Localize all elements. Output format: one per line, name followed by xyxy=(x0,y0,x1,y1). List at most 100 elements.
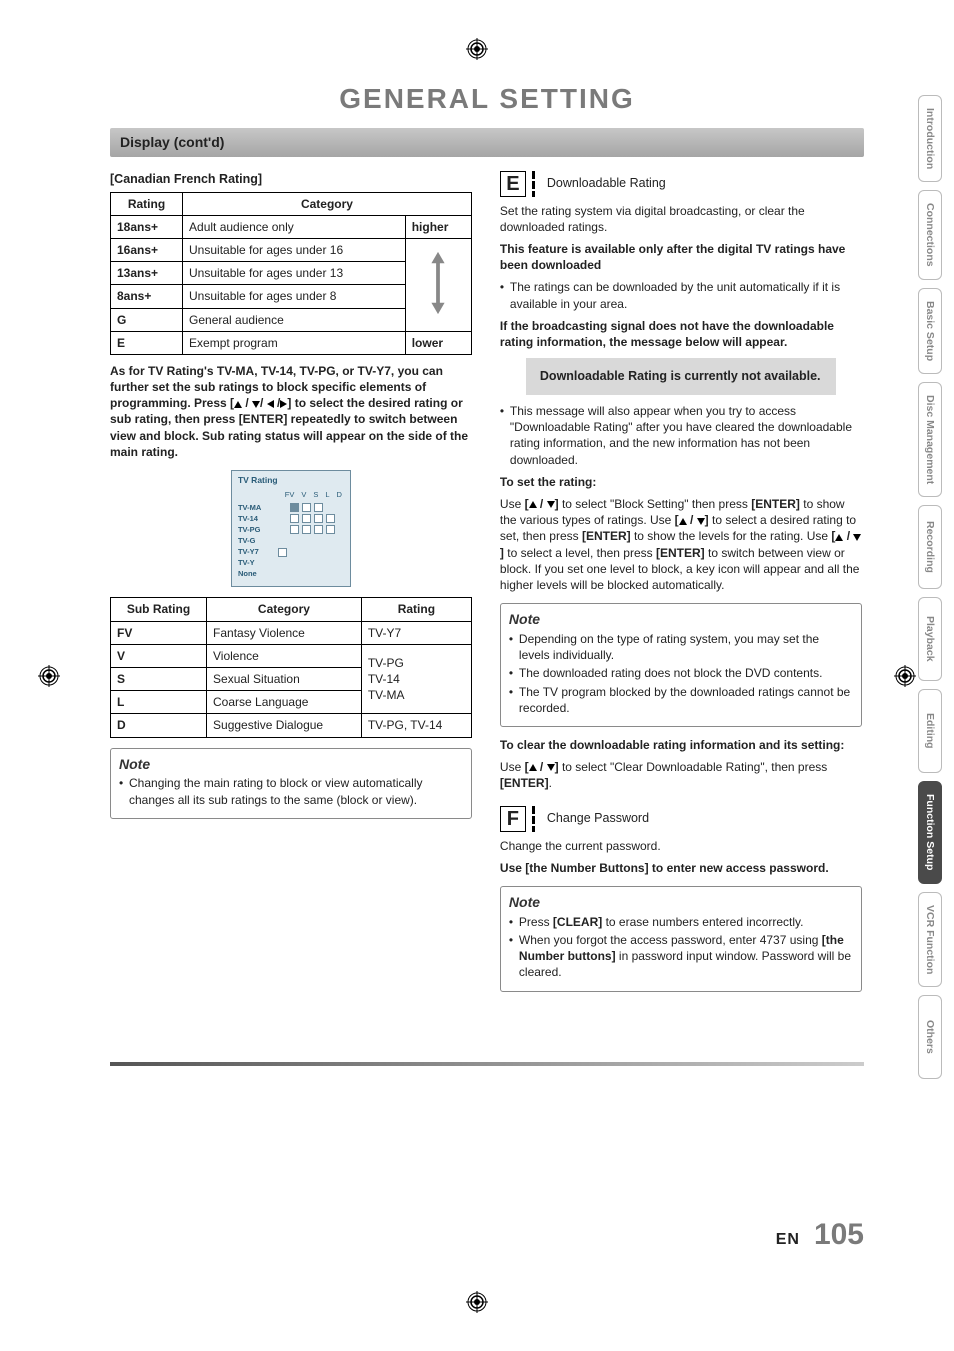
enter-key: [ENTER] xyxy=(582,529,631,543)
t2-r1c0: V xyxy=(111,644,207,667)
f-label: Change Password xyxy=(541,810,649,827)
f-note-item-1: When you forgot the access password, ent… xyxy=(509,932,853,981)
e-b1-0: The ratings can be downloaded by the uni… xyxy=(500,279,862,311)
print-reg-mark-right xyxy=(894,665,916,687)
e-set-body: Use [ / ] to select "Block Setting" then… xyxy=(500,496,862,593)
t2-h2: Rating xyxy=(361,598,471,621)
t2-r0c0: FV xyxy=(111,621,207,644)
divider-icon xyxy=(532,806,535,832)
side-tab-connections[interactable]: Connections xyxy=(918,190,942,280)
t1-r1c0: 16ans+ xyxy=(111,238,183,261)
side-tab-introduction[interactable]: Introduction xyxy=(918,95,942,182)
left-note: Note Changing the main rating to block o… xyxy=(110,748,472,819)
left-column: [Canadian French Rating] Rating Category… xyxy=(110,167,472,1002)
tvr-none: None xyxy=(238,569,272,579)
t2-r4c1: Suggestive Dialogue xyxy=(207,714,362,737)
f-note: Note Press [CLEAR] to erase numbers ente… xyxy=(500,886,862,992)
page-number: EN105 xyxy=(776,1215,864,1256)
print-reg-mark-bottom xyxy=(466,1291,488,1313)
t1-r2c1: Unsuitable for ages under 13 xyxy=(183,262,406,285)
t2-r0c2: TV-Y7 xyxy=(361,621,471,644)
section-bar: Display (cont'd) xyxy=(110,128,864,157)
t2-h0: Sub Rating xyxy=(111,598,207,621)
side-tab-playback[interactable]: Playback xyxy=(918,597,942,681)
t2-r3c1: Coarse Language xyxy=(207,691,362,714)
e-set-heading: To set the rating: xyxy=(500,474,862,490)
tv-box-title: TV Rating xyxy=(238,475,344,486)
sub-rating-table: Sub Rating Category Rating FV Fantasy Vi… xyxy=(110,597,472,737)
enter-key: [ENTER] xyxy=(656,546,705,560)
t2-r1c1: Violence xyxy=(207,644,362,667)
left-note-title: Note xyxy=(119,755,463,774)
es-e: to show the levels for the rating. Use xyxy=(631,529,832,543)
down-icon xyxy=(547,501,555,508)
down-icon xyxy=(252,401,260,408)
es-f: to select a level, then press xyxy=(504,546,656,560)
t1-r2c0: 13ans+ xyxy=(111,262,183,285)
ec-c: . xyxy=(549,776,552,790)
print-reg-mark-top xyxy=(466,38,488,60)
tvh-d: D xyxy=(337,490,342,500)
left-icon xyxy=(267,400,274,408)
e-bullets1: The ratings can be downloaded by the uni… xyxy=(500,279,862,311)
t1-h1: Rating xyxy=(111,192,183,215)
tv-box-head: FV V S L D xyxy=(238,490,344,500)
tvh-s: S xyxy=(313,490,318,500)
tvh-fv: FV xyxy=(285,490,295,500)
t2-r4c0: D xyxy=(111,714,207,737)
tvr-14: TV-14 xyxy=(238,514,272,524)
footer-rule xyxy=(110,1062,864,1066)
t2-merged-txt: TV-PG TV-14 TV-MA xyxy=(368,656,405,702)
t2-r0c1: Fantasy Violence xyxy=(207,621,362,644)
tvr-g: TV-G xyxy=(238,536,272,546)
side-tab-others[interactable]: Others xyxy=(918,995,942,1079)
page-content: GENERAL SETTING Display (cont'd) [Canadi… xyxy=(110,80,864,1251)
ec-b: to select "Clear Downloadable Rating", t… xyxy=(559,760,828,774)
tv-rating-box: TV Rating FV V S L D TV-MA TV-14 TV-PG T… xyxy=(231,470,351,587)
double-arrow-icon xyxy=(428,250,448,316)
tvr-y: TV-Y xyxy=(238,558,272,568)
right-column: E Downloadable Rating Set the rating sys… xyxy=(500,167,862,1002)
t1-lower: lower xyxy=(405,331,471,354)
up-icon xyxy=(529,764,537,771)
message-box: Downloadable Rating is currently not ava… xyxy=(526,358,836,395)
tvr-ma: TV-MA xyxy=(238,503,272,513)
up-icon xyxy=(679,518,687,525)
up-icon xyxy=(529,501,537,508)
f-para1: Change the current password. xyxy=(500,838,862,854)
t2-r2c0: S xyxy=(111,668,207,691)
e-note: Note Depending on the type of rating sys… xyxy=(500,603,862,727)
left-note-item-0: Changing the main rating to block or vie… xyxy=(119,775,463,807)
enter-key: [ENTER] xyxy=(751,497,800,511)
down-icon xyxy=(853,534,861,541)
side-tab-vcr-function[interactable]: VCR Function xyxy=(918,892,942,987)
e-b2-0: This message will also appear when you t… xyxy=(500,403,862,468)
ec-a: Use xyxy=(500,760,525,774)
section-e-header: E Downloadable Rating xyxy=(500,171,862,197)
side-tab-basic-setup[interactable]: Basic Setup xyxy=(918,288,942,374)
tvh-v: V xyxy=(301,490,306,500)
canadian-french-heading: [Canadian French Rating] xyxy=(110,171,472,188)
side-tab-editing[interactable]: Editing xyxy=(918,689,942,773)
es-b: to select "Block Setting" then press xyxy=(559,497,752,511)
t1-higher: higher xyxy=(405,215,471,238)
f-bold1: Use [the Number Buttons] to enter new ac… xyxy=(500,860,862,876)
t1-r3c1: Unsuitable for ages under 8 xyxy=(183,285,406,308)
e-clear-body: Use [ / ] to select "Clear Downloadable … xyxy=(500,759,862,791)
t1-r5c0: E xyxy=(111,331,183,354)
t2-r4c2: TV-PG, TV-14 xyxy=(361,714,471,737)
page-title: GENERAL SETTING xyxy=(110,80,864,118)
up-icon xyxy=(234,401,242,408)
e-note-title: Note xyxy=(509,610,853,629)
side-tab-disc-management[interactable]: Disc Management xyxy=(918,382,942,497)
letter-f: F xyxy=(500,806,526,832)
rating-table-1: Rating Category 18ans+ Adult audience on… xyxy=(110,192,472,355)
down-icon xyxy=(697,518,705,525)
t2-merged: TV-PG TV-14 TV-MA xyxy=(361,644,471,714)
divider-icon xyxy=(532,171,535,197)
f-note-item-0: Press [CLEAR] to erase numbers entered i… xyxy=(509,914,853,930)
page-num-value: 105 xyxy=(814,1218,864,1251)
t2-r2c1: Sexual Situation xyxy=(207,668,362,691)
side-tab-function-setup[interactable]: Function Setup xyxy=(918,781,942,883)
side-tab-recording[interactable]: Recording xyxy=(918,505,942,589)
